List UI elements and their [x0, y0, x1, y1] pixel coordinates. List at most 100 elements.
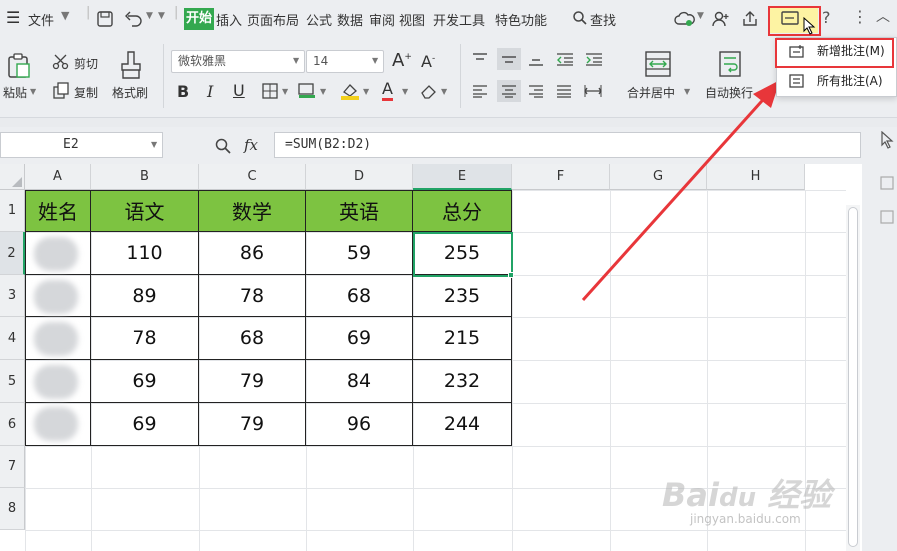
chevron-down-icon[interactable]: ▼	[402, 87, 408, 96]
cloud-sync-icon[interactable]	[674, 10, 696, 28]
decrease-indent-icon[interactable]	[556, 52, 574, 66]
side-tool-icon[interactable]	[879, 209, 895, 225]
column-header-d[interactable]: D	[306, 164, 413, 190]
chevron-down-icon[interactable]: ▼	[363, 87, 369, 96]
help-icon[interactable]: ?	[822, 8, 831, 27]
align-left-icon[interactable]	[472, 84, 488, 98]
row-header-6[interactable]: 6	[0, 403, 25, 446]
align-top-icon[interactable]	[472, 52, 488, 66]
tab-insert[interactable]: 插入	[216, 10, 242, 29]
column-header-b[interactable]: B	[91, 164, 199, 190]
name-box[interactable]: E2	[0, 132, 163, 158]
search-button[interactable]: 查找	[590, 10, 616, 29]
table-cell[interactable]: 69	[306, 317, 413, 360]
zoom-lookup-icon[interactable]	[214, 137, 232, 155]
tab-special-features[interactable]: 特色功能	[495, 10, 547, 29]
eraser-icon[interactable]	[420, 83, 438, 99]
scrollbar-thumb[interactable]	[848, 207, 858, 547]
table-cell[interactable]: 232	[413, 360, 512, 403]
menu-item-all-comments[interactable]: 所有批注(A)	[777, 68, 896, 94]
table-header-cell[interactable]: 语文	[91, 190, 199, 232]
table-cell[interactable]: 215	[413, 317, 512, 360]
fx-insert-function[interactable]: fx	[244, 136, 258, 154]
undo-icon[interactable]	[124, 10, 144, 28]
row-header-8[interactable]: 8	[0, 488, 25, 530]
tab-data[interactable]: 数据	[337, 10, 363, 29]
chevron-down-icon[interactable]: ▼	[151, 140, 157, 149]
table-cell[interactable]: 235	[413, 275, 512, 317]
table-cell[interactable]: 68	[199, 317, 306, 360]
table-cell[interactable]: 69	[91, 360, 199, 403]
tab-view[interactable]: 视图	[399, 10, 425, 29]
hamburger-icon[interactable]: ☰	[6, 8, 20, 27]
vertical-scrollbar[interactable]	[846, 205, 860, 551]
column-header-e[interactable]: E	[413, 164, 512, 190]
row-header-7[interactable]: 7	[0, 446, 25, 488]
align-center-icon[interactable]	[501, 84, 517, 98]
table-cell[interactable]: 78	[199, 275, 306, 317]
chevron-down-icon[interactable]: ▼	[146, 11, 153, 21]
copy-icon[interactable]	[52, 82, 70, 100]
table-cell[interactable]: 78	[91, 317, 199, 360]
table-cell[interactable]: 244	[413, 403, 512, 446]
table-cell[interactable]: 86	[199, 232, 306, 275]
chevron-down-icon[interactable]: ▼	[441, 87, 447, 96]
align-right-icon[interactable]	[528, 84, 544, 98]
chevron-down-icon[interactable]: ▼	[61, 9, 69, 22]
italic-icon[interactable]: I	[207, 82, 213, 101]
table-header-cell[interactable]: 总分	[413, 190, 512, 232]
align-middle-icon[interactable]	[501, 52, 517, 66]
format-painter-button[interactable]: 格式刷	[112, 84, 148, 101]
justify-icon[interactable]	[556, 84, 572, 98]
chevron-down-icon[interactable]: ▼	[158, 11, 165, 21]
tab-review[interactable]: 审阅	[369, 10, 395, 29]
chevron-down-icon[interactable]: ▼	[30, 87, 36, 96]
share-icon[interactable]	[741, 10, 759, 28]
row-header-5[interactable]: 5	[0, 360, 25, 403]
menu-file[interactable]: 文件	[28, 10, 54, 29]
table-cell[interactable]: 89	[91, 275, 199, 317]
table-cell[interactable]: 69	[91, 403, 199, 446]
table-cell[interactable]: 68	[306, 275, 413, 317]
paste-icon[interactable]	[6, 52, 32, 80]
align-bottom-icon[interactable]	[528, 52, 544, 66]
table-cell[interactable]: 79	[199, 403, 306, 446]
share-collab-icon[interactable]	[712, 10, 730, 28]
fill-color-icon[interactable]	[298, 83, 316, 99]
more-options-icon[interactable]: ⋮	[852, 7, 868, 26]
fill-handle[interactable]	[508, 272, 514, 278]
underline-icon[interactable]: U	[233, 81, 245, 100]
table-header-cell[interactable]: 英语	[306, 190, 413, 232]
increase-indent-icon[interactable]	[585, 52, 603, 66]
table-header-cell[interactable]: 数学	[199, 190, 306, 232]
format-painter-icon[interactable]	[118, 50, 144, 80]
row-header-4[interactable]: 4	[0, 317, 25, 360]
font-grow-icon[interactable]: A+	[392, 50, 412, 71]
row-header-1[interactable]: 1	[0, 190, 25, 232]
table-cell[interactable]: 79	[199, 360, 306, 403]
save-icon[interactable]	[96, 10, 114, 28]
font-shrink-icon[interactable]: A-	[421, 52, 435, 71]
chevron-down-icon[interactable]: ▼	[293, 56, 299, 65]
search-icon[interactable]	[572, 10, 588, 26]
borders-icon[interactable]	[262, 83, 278, 99]
table-cell[interactable]: 84	[306, 360, 413, 403]
column-header-a[interactable]: A	[25, 164, 91, 190]
table-cell[interactable]: 59	[306, 232, 413, 275]
bold-icon[interactable]: B	[177, 82, 189, 101]
row-header-2[interactable]: 2	[0, 232, 25, 275]
font-name-select[interactable]: 微软雅黑	[171, 50, 305, 73]
chevron-down-icon[interactable]: ▼	[320, 87, 326, 96]
highlight-fill-icon[interactable]	[340, 82, 360, 100]
cut-button[interactable]: 剪切	[74, 55, 98, 72]
table-cell[interactable]: 110	[91, 232, 199, 275]
scissors-icon[interactable]	[52, 54, 70, 70]
select-all-corner[interactable]	[0, 164, 25, 190]
collapse-ribbon-icon[interactable]: ︿	[876, 6, 890, 26]
copy-button[interactable]: 复制	[74, 84, 98, 101]
chevron-down-icon[interactable]: ▼	[282, 87, 288, 96]
tab-developer[interactable]: 开发工具	[433, 10, 485, 29]
column-header-c[interactable]: C	[199, 164, 306, 190]
chevron-down-icon[interactable]: ▼	[372, 56, 378, 65]
row-header-3[interactable]: 3	[0, 275, 25, 317]
